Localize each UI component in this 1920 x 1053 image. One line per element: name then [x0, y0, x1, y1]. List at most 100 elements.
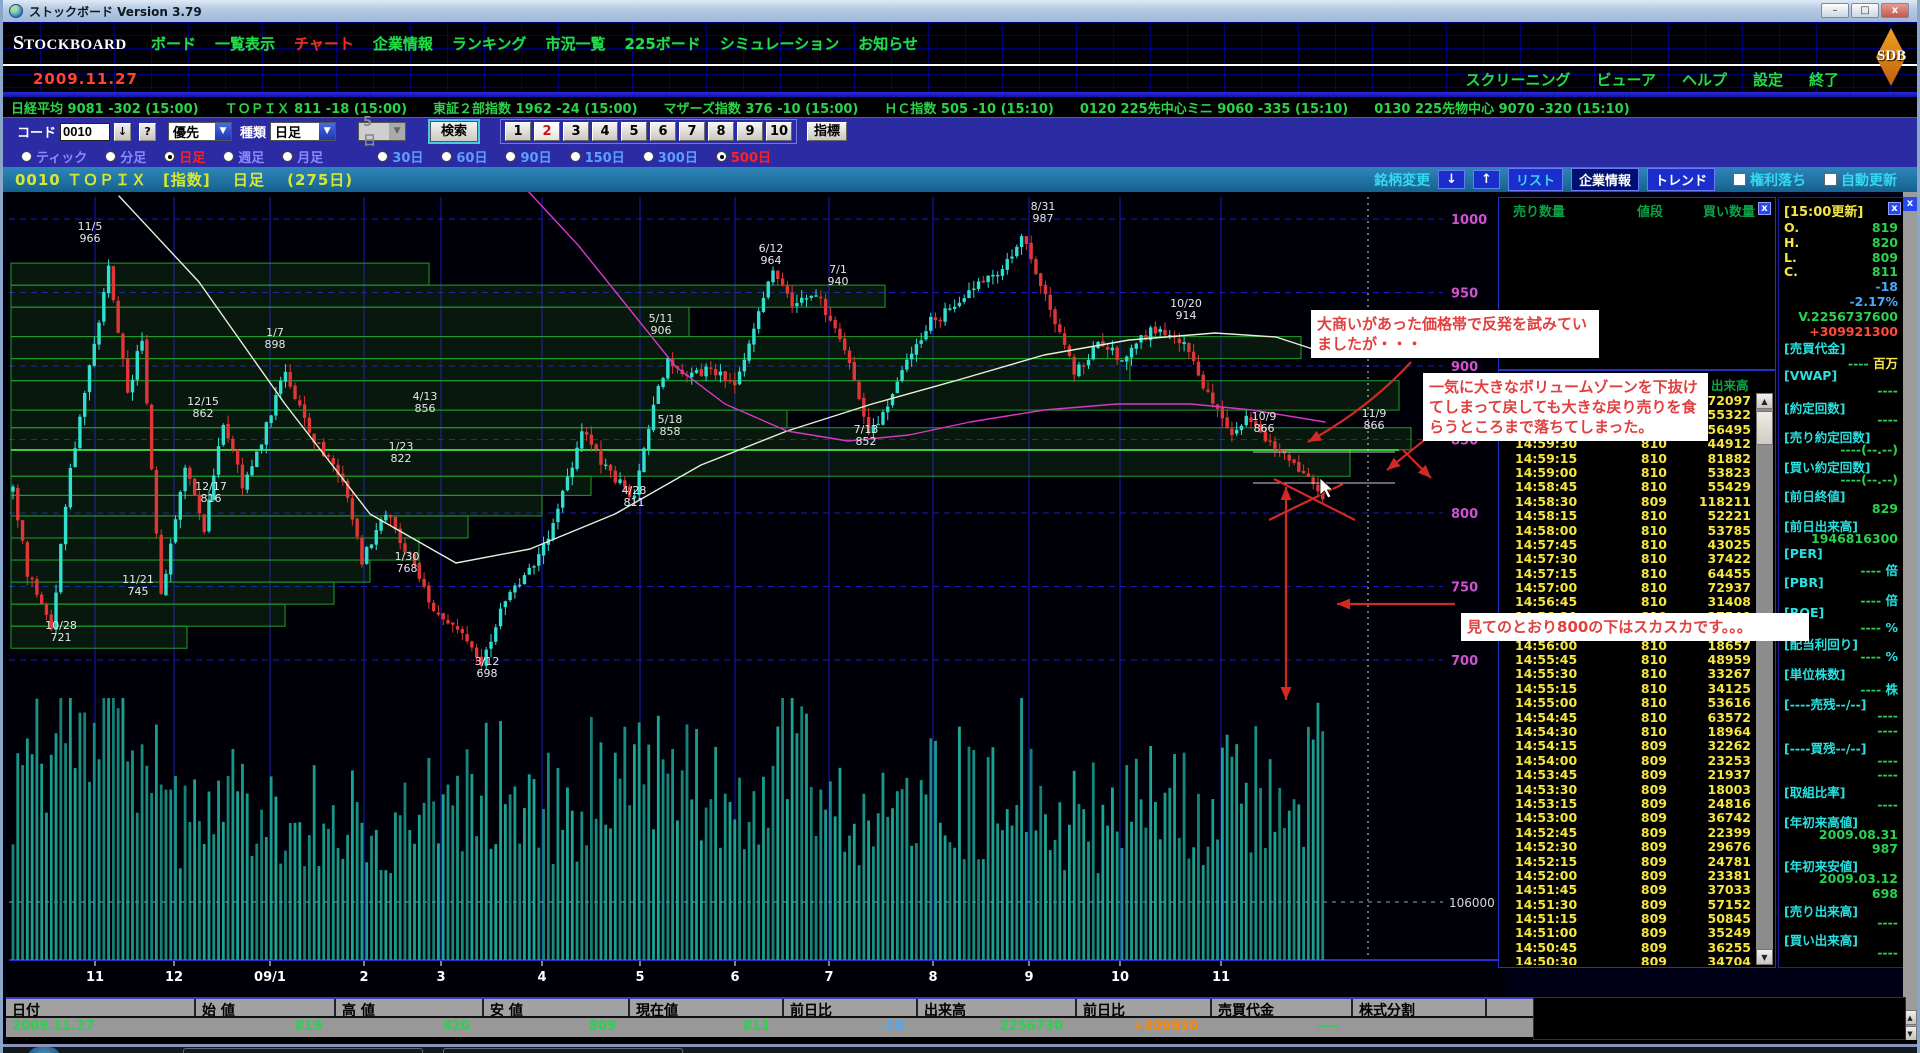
info-value: ----	[1877, 383, 1898, 398]
maximize-button[interactable]: □	[1851, 3, 1879, 18]
tape-time: 14:53:15	[1515, 796, 1577, 811]
symbol-down-button[interactable]: ↓	[1438, 170, 1465, 189]
update-time-label: [15:00更新]	[1779, 198, 1905, 220]
link-スクリーニング[interactable]: スクリーニング	[1466, 69, 1571, 90]
windows-taskbar[interactable]	[3, 1047, 1917, 1053]
summary-header-安 値: 安 値	[484, 999, 630, 1016]
code-down-button[interactable]: ↓	[114, 123, 131, 141]
tape-row: 14:52:0080923381	[1499, 868, 1755, 882]
radio-60日[interactable]: 60日	[441, 147, 487, 166]
chart-slot-5[interactable]: 5	[621, 122, 647, 141]
tape-volume: 21937	[1669, 767, 1751, 782]
info-value: ----	[1877, 412, 1898, 427]
priority-select[interactable]: 優先▼	[168, 122, 232, 141]
minimize-button[interactable]: –	[1821, 3, 1849, 18]
chart-slot-6[interactable]: 6	[650, 122, 676, 141]
menu-item-シミュレーション[interactable]: シミュレーション	[720, 33, 839, 54]
chart-slot-9[interactable]: 9	[737, 122, 763, 141]
start-orb-icon[interactable]	[27, 1047, 61, 1053]
radio-30日[interactable]: 30日	[377, 147, 423, 166]
info-row: [前日出来高]	[1779, 516, 1905, 531]
chart-slot-4[interactable]: 4	[592, 122, 618, 141]
info-row: ----(--.--)	[1779, 442, 1905, 457]
strip-close-icon[interactable]: x	[1903, 197, 1917, 211]
radio-分足[interactable]: 分足	[105, 147, 146, 166]
link-終了[interactable]: 終了	[1809, 69, 1839, 90]
chart-slot-8[interactable]: 8	[708, 122, 734, 141]
radio-ティック[interactable]: ティック	[21, 147, 87, 166]
auto-update-checkbox[interactable]	[1824, 173, 1837, 186]
tape-scroll-up-icon[interactable]: ▲	[1756, 393, 1773, 409]
tape-time: 14:51:30	[1515, 897, 1577, 912]
radio-月足[interactable]: 月足	[282, 147, 323, 166]
info-value: 2009.08.31	[1819, 827, 1898, 842]
orderbook-close-icon[interactable]: x	[1758, 202, 1771, 215]
tape-scroll-down-icon[interactable]: ▼	[1756, 949, 1773, 965]
chart-slot-3[interactable]: 3	[563, 122, 589, 141]
list-button[interactable]: リスト	[1508, 168, 1563, 191]
rights-off-checkbox[interactable]	[1733, 173, 1746, 186]
indicator-button[interactable]: 指標	[807, 122, 847, 141]
company-info-button[interactable]: 企業情報	[1571, 168, 1639, 191]
tape-price: 809	[1609, 882, 1667, 897]
chart-slot-1[interactable]: 1	[505, 122, 531, 141]
tape-row: 14:51:3080957152	[1499, 897, 1755, 911]
tape-row: 14:53:4580921937	[1499, 767, 1755, 781]
info-close-icon[interactable]: x	[1888, 202, 1901, 215]
menu-item-市況一覧[interactable]: 市況一覧	[545, 33, 605, 54]
menu-item-ボード[interactable]: ボード	[151, 33, 196, 54]
info-row: ----	[1779, 797, 1905, 812]
menu-item-225ボード[interactable]: 225ボード	[624, 33, 700, 54]
tape-price: 809	[1609, 767, 1667, 782]
radio-dot	[643, 151, 654, 162]
link-ビューア[interactable]: ビューア	[1597, 69, 1656, 90]
menu-item-一覧表示[interactable]: 一覧表示	[215, 33, 275, 54]
tape-price: 810	[1609, 508, 1667, 523]
close-button[interactable]: x	[1881, 3, 1909, 18]
candlestick-chart[interactable]: 111209/123456789101110009509008508007507…	[6, 192, 1505, 995]
summary-header-日付: 日付	[6, 999, 196, 1016]
summary-value: ----	[1212, 1018, 1353, 1037]
right-scrollbar[interactable]: x ▲ ▼	[1903, 192, 1917, 1041]
tape-time: 14:54:30	[1515, 724, 1577, 739]
chart-slot-10[interactable]: 10	[766, 122, 792, 141]
tape-volume: 33267	[1669, 666, 1751, 681]
radio-500日[interactable]: 500日	[716, 147, 771, 166]
info-value: 829	[1872, 501, 1898, 516]
taskbar-button[interactable]	[443, 1048, 683, 1053]
chart-slot-7[interactable]: 7	[679, 122, 705, 141]
price-header: 値段	[1637, 201, 1663, 220]
radio-週足[interactable]: 週足	[223, 147, 264, 166]
info-value: -18	[1875, 279, 1898, 294]
info-value: ----	[1877, 753, 1898, 768]
radio-150日[interactable]: 150日	[570, 147, 625, 166]
help-button[interactable]: ?	[139, 123, 156, 141]
radio-90日[interactable]: 90日	[505, 147, 551, 166]
info-row: ---- 百万	[1779, 353, 1905, 368]
symbol-up-button[interactable]: ↑	[1473, 170, 1500, 189]
tape-price: 809	[1609, 911, 1667, 926]
code-input[interactable]	[60, 123, 110, 141]
link-設定[interactable]: 設定	[1753, 69, 1783, 90]
info-value: ----	[1877, 767, 1898, 782]
info-row: 1946816300	[1779, 531, 1905, 546]
svg-text:7/1940: 7/1940	[828, 263, 849, 288]
menu-item-ランキング[interactable]: ランキング	[452, 33, 527, 54]
type-select[interactable]: 日足▼	[270, 122, 336, 141]
radio-日足[interactable]: 日足	[164, 147, 205, 166]
menu-item-チャート[interactable]: チャート	[294, 33, 354, 54]
menu-item-企業情報[interactable]: 企業情報	[373, 33, 433, 54]
tape-row: 14:55:1581034125	[1499, 681, 1755, 695]
search-button[interactable]: 検索	[430, 121, 478, 142]
link-ヘルプ[interactable]: ヘルプ	[1682, 69, 1727, 90]
taskbar-button[interactable]	[183, 1048, 423, 1053]
chart-slot-2[interactable]: 2	[534, 122, 560, 141]
tape-scrollbar[interactable]: ▲ ▼	[1756, 393, 1773, 965]
radio-label: 150日	[585, 147, 625, 166]
title-bar[interactable]: ストックボード Version 3.79 – □ x	[3, 0, 1917, 22]
tape-scroll-thumb[interactable]	[1756, 411, 1773, 445]
tape-row: 14:51:1580950845	[1499, 911, 1755, 925]
radio-300日[interactable]: 300日	[643, 147, 698, 166]
menu-item-お知らせ[interactable]: お知らせ	[858, 33, 918, 54]
trend-button[interactable]: トレンド	[1647, 168, 1715, 191]
